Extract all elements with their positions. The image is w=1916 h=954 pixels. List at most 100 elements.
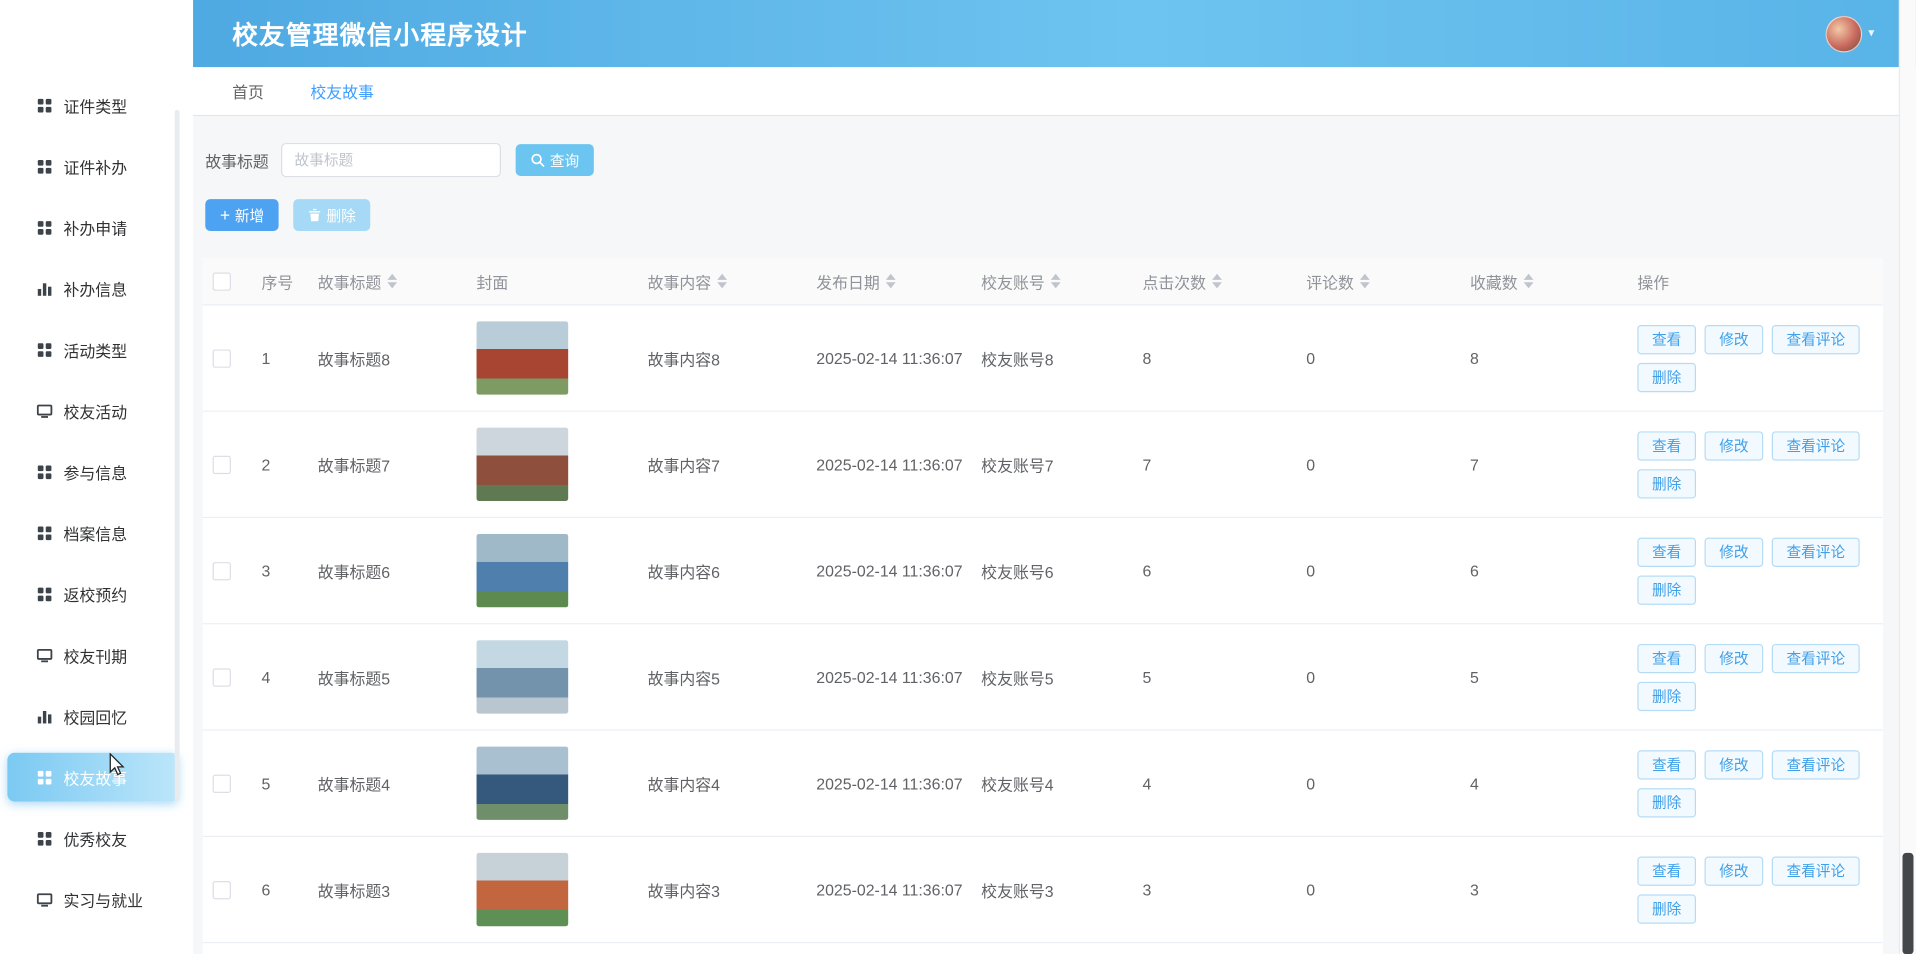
row-checkbox[interactable]	[213, 561, 231, 579]
tab-home[interactable]: 首页	[232, 79, 264, 102]
sort-icons[interactable]	[886, 274, 896, 289]
view-button[interactable]: 查看	[1637, 431, 1696, 460]
delete-row-button[interactable]: 删除	[1637, 362, 1696, 391]
view-comments-button[interactable]: 查看评论	[1772, 856, 1860, 885]
user-menu[interactable]: ▾	[1825, 15, 1874, 52]
column-date[interactable]: 发布日期	[806, 269, 971, 292]
sidebar-item-alumni-stories[interactable]: 校友故事	[7, 753, 178, 802]
edit-button[interactable]: 修改	[1705, 431, 1764, 460]
view-button[interactable]: 查看	[1637, 750, 1696, 779]
row-checkbox[interactable]	[213, 774, 231, 792]
delete-row-button[interactable]: 删除	[1637, 575, 1696, 604]
sort-icons[interactable]	[1051, 274, 1061, 289]
column-content[interactable]: 故事内容	[638, 269, 807, 292]
row-story-content: 故事内容4	[648, 772, 720, 795]
table-body: 1 故事标题8 故事内容8 2025-02-14 11:36:07 校友账号8 …	[203, 305, 1883, 954]
delete-button[interactable]: 删除	[294, 199, 371, 231]
view-comments-button[interactable]: 查看评论	[1772, 750, 1860, 779]
view-button[interactable]: 查看	[1637, 537, 1696, 566]
view-comments-button[interactable]: 查看评论	[1772, 643, 1860, 672]
edit-button[interactable]: 修改	[1705, 750, 1764, 779]
row-publish-date: 2025-02-14 11:36:07	[816, 668, 962, 686]
sidebar-item-campus-memories[interactable]: 校园回忆	[7, 692, 178, 741]
view-comments-button[interactable]: 查看评论	[1772, 537, 1860, 566]
app-window: 证件类型 证件补办 补办申请 补办信息 活动类型 校友活动 参与信息 档案信息 …	[0, 0, 1916, 954]
avatar[interactable]	[1825, 15, 1862, 52]
row-story-title: 故事标题4	[318, 772, 390, 795]
sidebar-item-outstanding-alumni[interactable]: 优秀校友	[7, 814, 178, 863]
row-checkbox[interactable]	[213, 668, 231, 686]
sort-icons[interactable]	[1524, 274, 1534, 289]
row-comment-count: 0	[1306, 561, 1315, 579]
row-checkbox[interactable]	[213, 455, 231, 473]
sidebar-item-activity-type[interactable]: 活动类型	[7, 325, 178, 374]
select-all-checkbox[interactable]	[213, 272, 231, 290]
sidebar-item-alumni-activity[interactable]: 校友活动	[7, 386, 178, 435]
row-click-count: 7	[1142, 455, 1151, 473]
sort-icons[interactable]	[717, 274, 727, 289]
row-favorite-count: 7	[1470, 455, 1479, 473]
edit-button[interactable]: 修改	[1705, 324, 1764, 353]
sidebar-item-alumni-journal[interactable]: 校友刊期	[7, 631, 178, 680]
row-publish-date: 2025-02-14 11:36:07	[816, 455, 962, 473]
sidebar-item-return-visit-booking[interactable]: 返校预约	[7, 569, 178, 618]
sidebar-item-participation-info[interactable]: 参与信息	[7, 447, 178, 496]
column-title[interactable]: 故事标题	[308, 269, 467, 292]
row-checkbox[interactable]	[213, 880, 231, 898]
view-button[interactable]: 查看	[1637, 324, 1696, 353]
column-comments[interactable]: 评论数	[1296, 269, 1460, 292]
row-favorite-count: 4	[1470, 774, 1479, 792]
edit-button[interactable]: 修改	[1705, 643, 1764, 672]
grid-icon	[37, 342, 53, 358]
column-account[interactable]: 校友账号	[971, 269, 1132, 292]
column-clicks[interactable]: 点击次数	[1133, 269, 1297, 292]
monitor-icon	[37, 647, 53, 663]
app-header: 校友管理微信小程序设计 ▾	[193, 0, 1916, 67]
edit-button[interactable]: 修改	[1705, 537, 1764, 566]
column-cover: 封面	[467, 269, 638, 292]
row-alumni-account: 校友账号6	[981, 559, 1053, 582]
row-favorite-count: 3	[1470, 880, 1479, 898]
delete-row-button[interactable]: 删除	[1637, 894, 1696, 923]
row-checkbox[interactable]	[213, 349, 231, 367]
row-story-title: 故事标题3	[318, 878, 390, 901]
page-scrollbar-thumb[interactable]	[1902, 853, 1913, 954]
row-actions: 查看修改查看评论删除	[1637, 537, 1869, 604]
sort-icons[interactable]	[1212, 274, 1222, 289]
row-alumni-account: 校友账号4	[981, 772, 1053, 795]
delete-row-button[interactable]: 删除	[1637, 469, 1696, 498]
query-button[interactable]: 查询	[516, 144, 594, 176]
edit-button[interactable]: 修改	[1705, 856, 1764, 885]
row-click-count: 6	[1142, 561, 1151, 579]
tab-alumni-stories[interactable]: 校友故事	[310, 79, 374, 102]
row-comment-count: 0	[1306, 349, 1315, 367]
table-row: 2 故事标题7 故事内容7 2025-02-14 11:36:07 校友账号7 …	[203, 412, 1883, 518]
sidebar: 证件类型 证件补办 补办申请 补办信息 活动类型 校友活动 参与信息 档案信息 …	[0, 0, 193, 954]
view-comments-button[interactable]: 查看评论	[1772, 431, 1860, 460]
view-button[interactable]: 查看	[1637, 643, 1696, 672]
delete-row-button[interactable]: 删除	[1637, 788, 1696, 817]
cover-image	[477, 747, 569, 820]
page-scrollbar[interactable]	[1899, 0, 1916, 954]
sidebar-scrollbar[interactable]	[175, 110, 180, 802]
add-button[interactable]: + 新增	[205, 199, 279, 231]
trash-icon	[308, 208, 321, 223]
view-comments-button[interactable]: 查看评论	[1772, 324, 1860, 353]
sidebar-item-reissue-info[interactable]: 补办信息	[7, 264, 178, 313]
sidebar-item-internship-employment[interactable]: 实习与就业	[7, 875, 178, 924]
sidebar-item-reissue-application[interactable]: 补办申请	[7, 203, 178, 252]
sort-icons[interactable]	[387, 274, 397, 289]
column-favorites[interactable]: 收藏数	[1460, 269, 1627, 292]
sidebar-item-certificate-reissue[interactable]: 证件补办	[7, 142, 178, 191]
row-story-content: 故事内容8	[648, 346, 720, 369]
search-input[interactable]	[281, 143, 501, 177]
delete-row-button[interactable]: 删除	[1637, 681, 1696, 710]
chart-icon	[37, 708, 53, 724]
view-button[interactable]: 查看	[1637, 856, 1696, 885]
sidebar-item-archive-info[interactable]: 档案信息	[7, 508, 178, 557]
search-icon	[530, 153, 545, 168]
row-story-title: 故事标题7	[318, 453, 390, 476]
sort-icons[interactable]	[1360, 274, 1370, 289]
sidebar-item-certificate-type[interactable]: 证件类型	[7, 81, 178, 130]
sidebar-menu: 证件类型 证件补办 补办申请 补办信息 活动类型 校友活动 参与信息 档案信息 …	[0, 0, 193, 924]
